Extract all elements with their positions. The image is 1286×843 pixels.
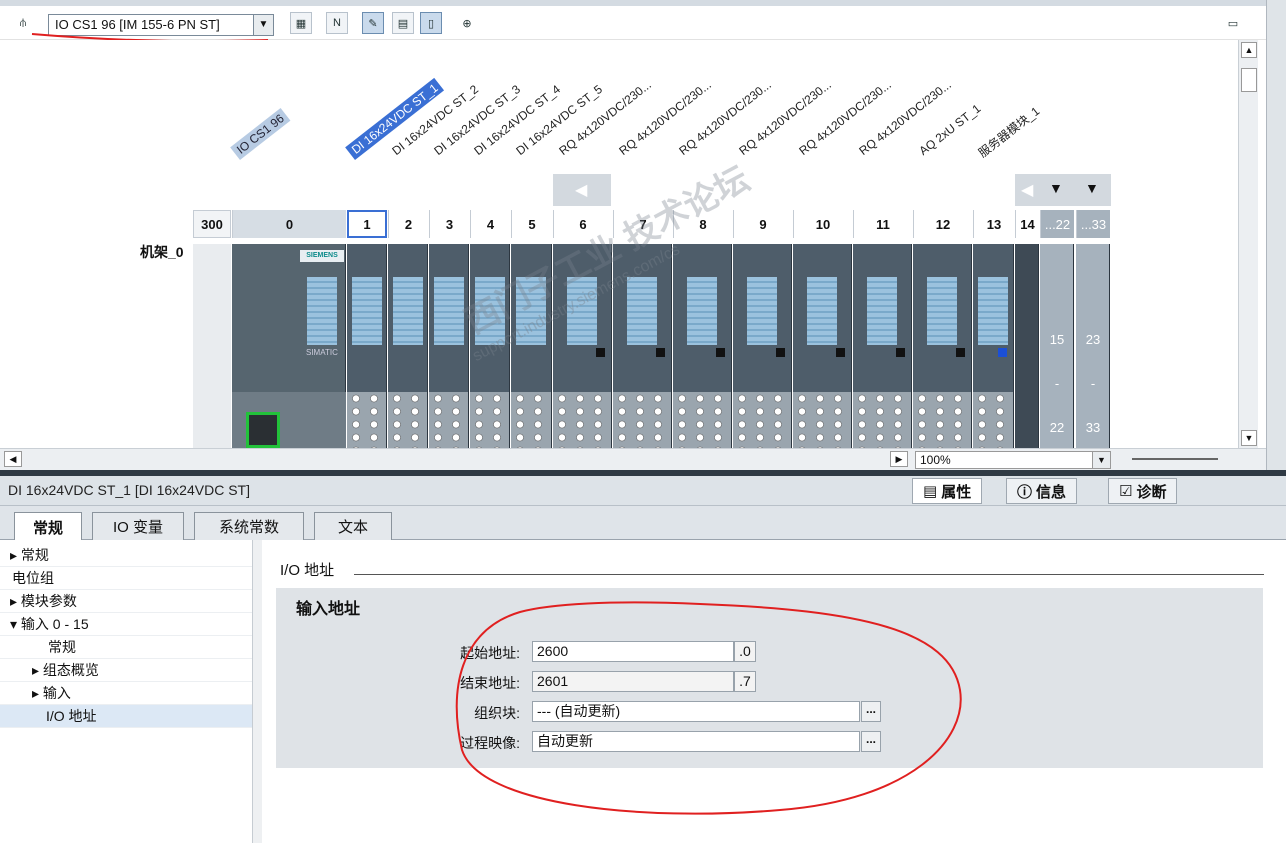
- module-slot-13[interactable]: [973, 244, 1014, 448]
- tab-info[interactable]: ⓘ 信息: [1006, 478, 1078, 504]
- property-nav: ▸ 常规 电位组 ▸ 模块参数 ▾ 输入 0 - 15 常规 ▸ 组态概览 ▸ …: [0, 540, 262, 843]
- chevron-right-icon[interactable]: ▶: [890, 451, 908, 467]
- side-task-panel[interactable]: [1266, 0, 1286, 470]
- siemens-logo: SIEMENS: [300, 250, 344, 262]
- port-icon[interactable]: [246, 412, 280, 448]
- module-slot-2[interactable]: [388, 244, 428, 448]
- module-slot-11[interactable]: [853, 244, 912, 448]
- module-slot-9[interactable]: [733, 244, 792, 448]
- nav-item[interactable]: ▸ 输入: [0, 682, 252, 705]
- nav-item[interactable]: 常规: [0, 636, 252, 659]
- nav-item[interactable]: 电位组: [0, 567, 252, 590]
- slot-header[interactable]: 2: [388, 210, 428, 238]
- grid-icon[interactable]: ▦: [290, 12, 312, 34]
- slot-range-end: 22: [1049, 420, 1065, 435]
- rack-label: 机架_0: [140, 244, 184, 260]
- slot-header[interactable]: 12: [913, 210, 972, 238]
- module-slot-3[interactable]: [429, 244, 469, 448]
- chevron-up-icon[interactable]: ▲: [1241, 42, 1257, 58]
- chevron-left-icon[interactable]: ◀: [4, 451, 22, 467]
- slot-header[interactable]: 4: [470, 210, 510, 238]
- slot-header[interactable]: 11: [853, 210, 912, 238]
- interface-module[interactable]: SIEMENS SIMATIC: [232, 244, 346, 448]
- slot-range-start: 15: [1049, 332, 1065, 347]
- table-icon[interactable]: ▤: [392, 12, 414, 34]
- scroll-left-button[interactable]: ◀: [553, 174, 611, 206]
- chevron-down-icon[interactable]: ▼: [1049, 180, 1063, 196]
- page-icon[interactable]: ▯: [420, 12, 442, 34]
- zoom-value: 100%: [920, 453, 951, 467]
- server-module-slot[interactable]: [1015, 244, 1039, 448]
- nav-item-label: 常规: [20, 547, 49, 563]
- zoom-slider[interactable]: [1132, 458, 1218, 460]
- simatic-text: SIMATIC: [306, 348, 338, 357]
- nav-item-label: 模块参数: [20, 593, 77, 609]
- scroll-right-controls[interactable]: ◀ ▼ ▼: [1015, 174, 1111, 206]
- slot-header[interactable]: ...22: [1040, 210, 1074, 238]
- tab-texts[interactable]: 文本: [314, 512, 392, 540]
- slot-range-end: 33: [1085, 420, 1101, 435]
- module-slot-10[interactable]: [793, 244, 852, 448]
- nav-item-label: 输入: [42, 685, 71, 701]
- subsection-title: 输入地址: [296, 601, 361, 618]
- slot-header[interactable]: 14: [1015, 210, 1039, 238]
- tab-diagnostics-label: 诊断: [1136, 483, 1167, 501]
- zoom-icon[interactable]: ⊕: [456, 12, 478, 34]
- slot-header[interactable]: 3: [429, 210, 469, 238]
- empty-slot-range[interactable]: 15 - 22: [1040, 244, 1074, 448]
- chevron-down-icon[interactable]: ▼: [1241, 430, 1257, 446]
- chevron-down-icon[interactable]: ▼: [1092, 452, 1110, 468]
- tab-system-constants[interactable]: 系统常数: [194, 512, 304, 540]
- slot-header[interactable]: 5: [511, 210, 552, 238]
- tab-io-tags[interactable]: IO 变量: [92, 512, 184, 540]
- section-divider: [354, 574, 1264, 575]
- module-label[interactable]: IO CS1 96: [230, 107, 291, 160]
- slot-range-start: 23: [1085, 332, 1101, 347]
- slot-header[interactable]: 10: [793, 210, 852, 238]
- module-slot-1[interactable]: [347, 244, 387, 448]
- tab-info-label: 信息: [1036, 483, 1067, 501]
- nav-item-label: 输入 0 - 15: [20, 616, 89, 632]
- scroll-thumb[interactable]: [1241, 68, 1257, 92]
- info-icon: ⓘ: [1017, 483, 1033, 501]
- section-title: I/O 地址: [280, 562, 335, 579]
- red-circle-annotation: [455, 601, 962, 815]
- tab-diagnostics[interactable]: ☑ 诊断: [1108, 478, 1178, 504]
- nav-scrollbar[interactable]: [252, 540, 262, 843]
- slot-header[interactable]: 1: [347, 210, 387, 238]
- slot-range-dash: -: [1054, 376, 1060, 391]
- diagnostics-icon: ☑: [1119, 483, 1133, 500]
- zoom-select[interactable]: 100% ▼: [915, 451, 1111, 469]
- slot-range-dash: -: [1090, 376, 1096, 391]
- nav-item[interactable]: ▸ 模块参数: [0, 590, 252, 613]
- nav-item[interactable]: ▸ 常规: [0, 544, 252, 567]
- rail-slot-300: [193, 244, 231, 448]
- slot-header[interactable]: 0: [232, 210, 346, 238]
- tab-properties-label: 属性: [941, 483, 972, 501]
- tab-properties[interactable]: ▤ 属性: [912, 478, 983, 504]
- vertical-scrollbar[interactable]: ▲ ▼: [1238, 40, 1258, 450]
- tool-icon[interactable]: ✎: [362, 12, 384, 34]
- nav-item[interactable]: ▸ 组态概览: [0, 659, 252, 682]
- nav-item-label: 组态概览: [42, 662, 99, 678]
- panel-icon[interactable]: ▭: [1222, 12, 1244, 34]
- inspector-title: DI 16x24VDC ST_1 [DI 16x24VDC ST]: [8, 482, 250, 498]
- module-slot-8[interactable]: [673, 244, 732, 448]
- tab-general[interactable]: 常规: [14, 512, 82, 541]
- slot-header[interactable]: 9: [733, 210, 792, 238]
- slot-header[interactable]: 13: [973, 210, 1014, 238]
- nav-item[interactable]: ▾ 输入 0 - 15: [0, 613, 252, 636]
- slot-header: 300: [193, 210, 231, 238]
- chevron-down-icon[interactable]: ▼: [1085, 180, 1099, 196]
- empty-slot-range[interactable]: 23 - 33: [1076, 244, 1110, 448]
- module-label[interactable]: 服务器模块_1: [975, 102, 1043, 161]
- module-slot-12[interactable]: [913, 244, 972, 448]
- slot-header[interactable]: ...33: [1076, 210, 1110, 238]
- properties-icon: ▤: [923, 483, 938, 500]
- inspector-tabs: 常规 IO 变量 系统常数 文本: [0, 506, 1286, 541]
- nav-item[interactable]: I/O 地址: [0, 705, 252, 728]
- chevron-left-icon[interactable]: ◀: [1021, 180, 1033, 200]
- name-icon[interactable]: N: [326, 12, 348, 34]
